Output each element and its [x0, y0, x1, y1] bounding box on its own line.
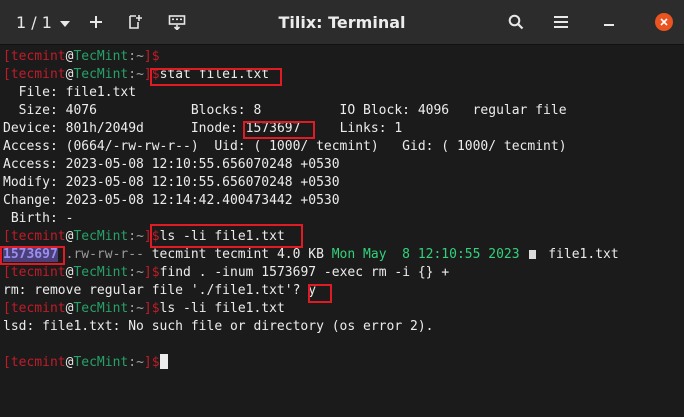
prompt-line: [tecmint@TecMint:~]$ls -li file1.txt [3, 301, 285, 316]
minimize-button[interactable] [596, 9, 622, 35]
output-line: Change: 2023-05-08 12:14:42.400473442 +0… [3, 193, 340, 208]
ls-output-line: 1573697 .rw-rw-r-- tecmint tecmint 4.0 K… [3, 247, 619, 262]
command-text: ls -li file1.txt [159, 229, 285, 244]
terminal-cursor [159, 354, 168, 369]
output-line: Birth: - [3, 211, 74, 226]
prompt-line: [tecmint@TecMint:~]$ [3, 49, 160, 64]
new-tab-icon [129, 15, 142, 29]
prompt-line: [tecmint@TecMint:~]$find . -inum 1573697… [3, 265, 450, 280]
output-line: Access: 2023-05-08 12:10:55.656070248 +0… [3, 157, 340, 172]
prompt-line: [tecmint@TecMint:~]$stat file1.txt [3, 67, 270, 82]
command-text: find . -inum 1573697 -exec rm -i {} + [159, 265, 450, 280]
minimize-icon [604, 24, 614, 26]
main-menu-button[interactable] [548, 9, 574, 35]
keyboard-icon [168, 15, 186, 30]
new-terminal-button[interactable] [122, 9, 148, 35]
session-counter: 1 / 1 [16, 13, 52, 32]
prompt-line: [tecmint@TecMint:~]$ [3, 354, 168, 372]
output-line: File: file1.txt [3, 85, 137, 100]
output-line: Device: 801h/2049d Inode: 1573697 Links:… [3, 121, 403, 136]
command-text: ls -li file1.txt [159, 301, 285, 316]
error-line: lsd: file1.txt: No such file or director… [3, 319, 434, 334]
header-bar: 1 / 1 Tilix: Terminal [0, 0, 684, 45]
command-text: stat file1.txt [159, 67, 270, 82]
inode-value: 1573697 [3, 247, 58, 262]
add-session-button[interactable] [83, 9, 109, 35]
hamburger-menu-icon [554, 16, 568, 28]
tilix-window: 1 / 1 Tilix: Terminal [tecmint@TecMint:~… [0, 0, 684, 417]
plus-icon [90, 16, 102, 28]
inode-value: 1573697 [245, 121, 301, 136]
output-line: Size: 4076 Blocks: 8 IO Block: 4096 regu… [3, 103, 567, 118]
close-button[interactable] [655, 13, 673, 31]
output-line: Access: (0664/-rw-rw-r--) Uid: ( 1000/ t… [3, 139, 567, 154]
prompt-line: [tecmint@TecMint:~]$ls -li file1.txt [3, 229, 285, 244]
file-icon [529, 250, 537, 259]
sync-input-button[interactable] [164, 9, 190, 35]
file-date: Mon May 8 12:10:55 2023 [331, 247, 520, 262]
output-line: rm: remove regular file './file1.txt'? y [3, 283, 317, 298]
chevron-down-icon [59, 20, 70, 27]
close-icon [660, 18, 668, 26]
terminal-view[interactable]: [tecmint@TecMint:~]$ [tecmint@TecMint:~]… [0, 46, 684, 417]
find-button[interactable] [503, 9, 529, 35]
session-switcher[interactable]: 1 / 1 [16, 0, 70, 45]
rm-answer: y [308, 283, 317, 298]
output-line: Modify: 2023-05-08 12:10:55.656070248 +0… [3, 175, 340, 190]
search-icon [508, 14, 524, 30]
